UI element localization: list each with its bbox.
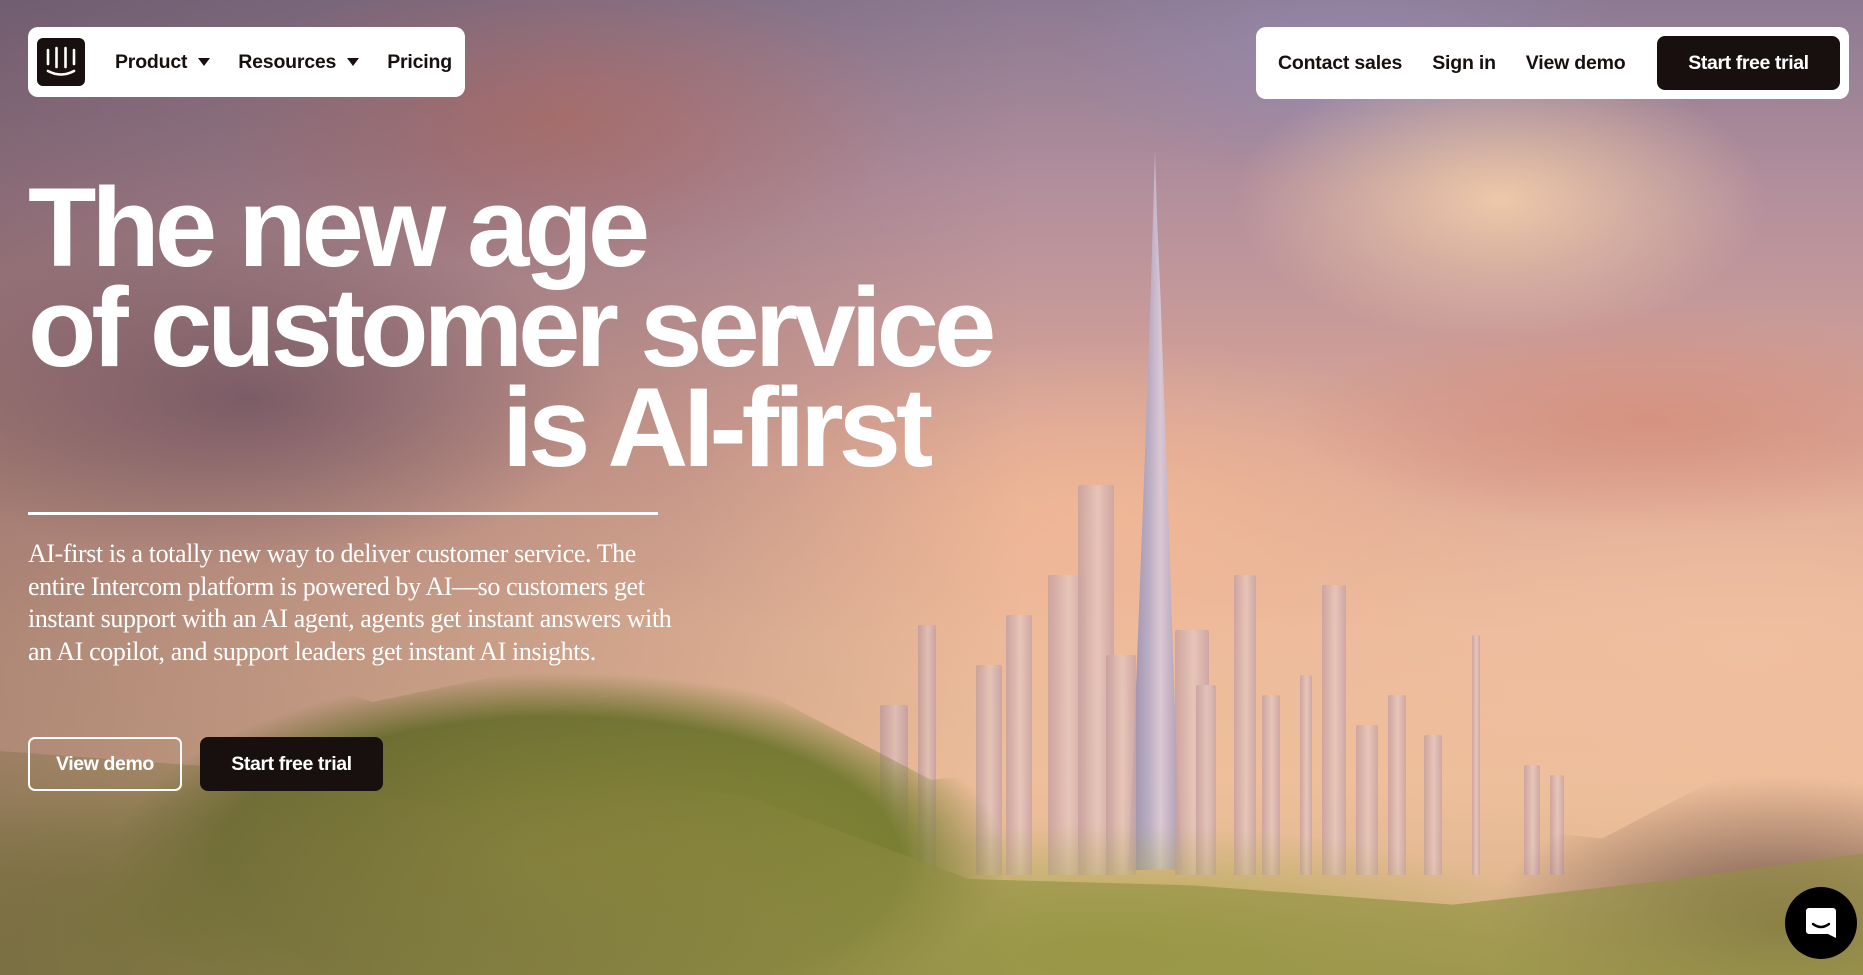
nav-product-dropdown[interactable]: Product [115,50,211,74]
caret-down-icon [347,58,360,66]
caret-down-icon [198,58,211,66]
hero-cta-group: View demo Start free trial [28,737,383,791]
nav-pricing-link[interactable]: Pricing [387,51,452,74]
view-demo-button[interactable]: View demo [28,737,182,791]
intercom-logo-glyph [46,46,76,76]
messenger-launcher-button[interactable] [1785,887,1857,959]
nav-resources-dropdown[interactable]: Resources [238,50,360,74]
nav-product-label: Product [115,50,188,73]
hero-headline: The new age of customer service is AI-fi… [28,165,996,490]
primary-nav: Product Resources Pricing [28,27,465,97]
hero-description: AI-first is a totally new way to deliver… [28,539,672,666]
sign-in-link[interactable]: Sign in [1432,52,1496,75]
chat-bubble-icon [1806,908,1836,938]
text-scrim [0,0,1863,975]
hero-background-painting [0,0,1863,975]
headline-line: The new age [28,165,650,290]
secondary-nav: Contact sales Sign in View demo Start fr… [1256,27,1849,99]
start-free-trial-button[interactable]: Start free trial [1657,36,1840,90]
headline-line: is AI-first [502,365,933,490]
hero-divider [28,512,658,515]
intercom-logo-icon[interactable] [37,38,85,86]
contact-sales-link[interactable]: Contact sales [1278,52,1402,75]
nav-resources-label: Resources [238,50,337,73]
view-demo-link[interactable]: View demo [1526,52,1626,75]
headline-line: of customer service [28,265,996,390]
start-free-trial-hero-button[interactable]: Start free trial [200,737,383,791]
